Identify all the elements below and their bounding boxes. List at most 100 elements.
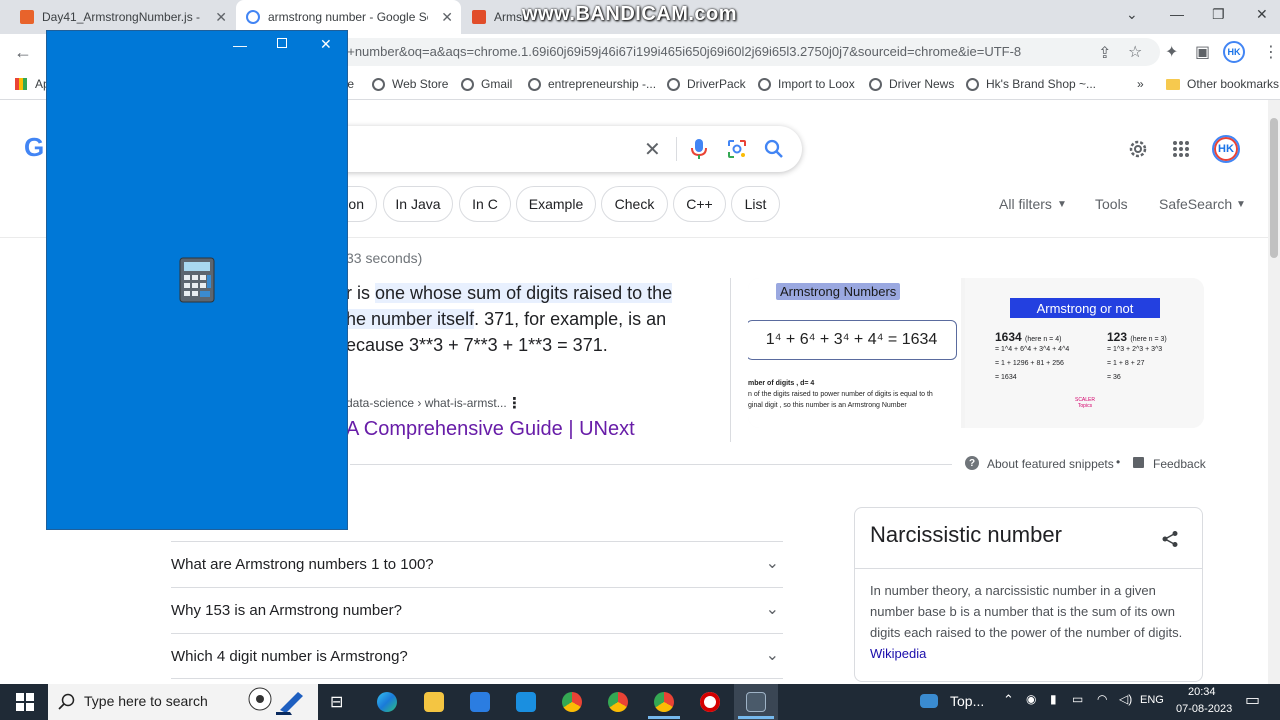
all-filters-caret-icon[interactable]: ▼ (1057, 199, 1067, 210)
feedback-icon[interactable] (1133, 457, 1144, 468)
chip-list[interactable]: List (731, 186, 780, 222)
wikipedia-link[interactable]: Wikipedia (870, 646, 926, 661)
mail-icon[interactable] (516, 692, 536, 712)
share-icon[interactable] (1161, 530, 1179, 548)
calc-close-icon[interactable]: ✕ (320, 36, 332, 53)
bookmark-star-icon[interactable]: ☆ (1128, 42, 1142, 62)
bookmark-gmail[interactable]: Gmail (461, 77, 512, 91)
minimize-icon[interactable]: — (1170, 6, 1184, 22)
calc-minimize-icon[interactable]: — (233, 37, 247, 53)
chip-in-c[interactable]: In C (459, 186, 511, 222)
bookmark-globe-icon (966, 77, 979, 91)
profile-avatar[interactable]: HK (1223, 41, 1245, 63)
image-2-line: = 1 + 8 + 27 (1107, 360, 1145, 367)
task-view-icon[interactable]: ⊟ (330, 692, 350, 712)
bookmark-driver-news[interactable]: Driver News (869, 77, 954, 91)
clear-search-icon[interactable]: ✕ (644, 137, 661, 162)
chrome-active-icon[interactable] (654, 692, 674, 712)
help-icon[interactable]: ? (965, 456, 979, 470)
chip-cpp[interactable]: C++ (673, 186, 726, 222)
taskbar-search-placeholder[interactable]: Type here to search (84, 693, 208, 709)
url-text[interactable]: g+number&oq=a&aqs=chrome.1.69i60j69i59j4… (340, 44, 1021, 59)
extensions-icon[interactable]: ✦ (1165, 42, 1178, 62)
volume-icon[interactable]: ◁) (1119, 692, 1132, 706)
notification-icon[interactable]: ▭ (1245, 690, 1260, 710)
google-apps-icon[interactable] (1172, 140, 1190, 158)
bookmark-import-loox[interactable]: Import to Loox (758, 77, 855, 91)
about-featured-snippets-link[interactable]: About featured snippets (987, 457, 1114, 471)
windows-start-icon[interactable] (16, 693, 34, 711)
bookmark-driverpack[interactable]: DriverPack (667, 77, 746, 91)
file-explorer-icon[interactable] (424, 692, 444, 712)
language-indicator[interactable]: ENG (1140, 694, 1164, 706)
side-panel-icon[interactable]: ▣ (1195, 42, 1210, 62)
safesearch-button[interactable]: SafeSearch (1159, 196, 1232, 212)
chevron-down-icon[interactable]: ⌄ (766, 553, 779, 573)
result-breadcrumb[interactable]: data-science › what-is-armst... (346, 396, 507, 410)
chevron-down-icon[interactable]: ⌄ (766, 645, 779, 665)
tab-search-chevron-icon[interactable]: ⌄ (1126, 6, 1138, 23)
clock-time[interactable]: 20:34 (1188, 686, 1216, 698)
microsoft-store-icon[interactable] (470, 692, 490, 712)
faq-item[interactable]: Why 153 is an Armstrong number? ⌄ (171, 587, 783, 633)
chrome-profile-icon[interactable] (608, 692, 628, 712)
faq-item[interactable]: Which 4 digit number is Armstrong? ⌄ (171, 633, 783, 679)
faq-item[interactable]: What are Armstrong numbers 1 to 100? ⌄ (171, 541, 783, 587)
bookmark-web-store[interactable]: Web Store (372, 77, 448, 91)
kp-divider (855, 568, 1202, 569)
google-logo[interactable]: G (24, 132, 44, 163)
tray-app-icon[interactable]: ◉ (1026, 692, 1036, 706)
snippet-images[interactable]: Armstrong Numbers 1⁴ + 6⁴ + 3⁴ + 4⁴ = 16… (748, 278, 1204, 428)
bookmark-entrepreneurship[interactable]: entrepreneurship -... (528, 77, 656, 91)
clock-date[interactable]: 07-08-2023 (1176, 703, 1232, 715)
voice-search-icon[interactable] (690, 138, 708, 160)
close-tab-icon[interactable]: ✕ (441, 9, 453, 26)
account-avatar[interactable]: HK (1212, 135, 1240, 163)
tab-armstrong-js[interactable]: Day41_ArmstrongNumber.js - Re ✕ (10, 0, 235, 34)
chip-check[interactable]: Check (601, 186, 668, 222)
result-title-link[interactable]: A Comprehensive Guide | UNext (346, 418, 635, 441)
tools-button[interactable]: Tools (1095, 196, 1128, 212)
microphone-tray-icon[interactable]: ▮ (1050, 692, 1057, 706)
calculator-taskbar-icon[interactable] (746, 692, 766, 712)
armstrong-numbers-image[interactable]: Armstrong Numbers 1⁴ + 6⁴ + 3⁴ + 4⁴ = 16… (748, 278, 961, 428)
image-2-line: = 1^4 + 6^4 + 3^4 + 4^4 (995, 346, 1070, 353)
chrome-icon[interactable] (562, 692, 582, 712)
weather-text[interactable]: Top... (950, 693, 984, 709)
knowledge-panel: Narcissistic number In number theory, a … (854, 507, 1203, 682)
apps-shortcut[interactable]: Ap (15, 77, 50, 91)
chevron-down-icon[interactable]: ⌄ (766, 599, 779, 619)
image-1-caption: mber of digits , d= 4 (748, 380, 815, 387)
settings-gear-icon[interactable] (1127, 138, 1149, 160)
armstrong-or-not-image[interactable]: Armstrong or not 1634 (here n = 4) = 1^4… (965, 278, 1204, 428)
snippet-divider (730, 278, 731, 442)
bookmark-hk-brand-shop[interactable]: Hk's Brand Shop ~... (966, 77, 1096, 91)
wifi-icon[interactable]: ◠ (1097, 692, 1107, 706)
calc-maximize-icon[interactable] (277, 38, 287, 48)
other-bookmarks[interactable]: Other bookmarks (1166, 77, 1279, 91)
search-icon[interactable] (764, 139, 784, 159)
browser-menu-icon[interactable]: ⋮ (1263, 42, 1279, 62)
weather-widget-icon[interactable] (920, 694, 938, 708)
tab-google-search[interactable]: armstrong number - Google Sea ✕ (236, 0, 461, 34)
calculator-window[interactable]: — ✕ (46, 30, 348, 530)
battery-icon[interactable]: ▭ (1072, 692, 1083, 706)
restore-icon[interactable]: ❐ (1212, 6, 1225, 23)
scrollbar-thumb[interactable] (1270, 118, 1278, 258)
all-filters-button[interactable]: All filters (999, 196, 1052, 212)
bookmark-globe-icon (528, 77, 541, 91)
chip-example[interactable]: Example (516, 186, 596, 222)
edge-browser-icon[interactable] (377, 692, 397, 712)
bandicam-record-icon[interactable] (700, 692, 720, 712)
close-window-icon[interactable]: ✕ (1256, 6, 1268, 23)
chip-in-java[interactable]: In Java (383, 186, 453, 222)
system-tray-chevron-icon[interactable]: ⌃ (1003, 692, 1014, 708)
back-arrow-icon[interactable]: ← (14, 42, 32, 63)
lens-search-icon[interactable] (726, 138, 748, 160)
safesearch-caret-icon[interactable]: ▼ (1236, 199, 1246, 210)
result-more-options-icon[interactable]: ⋮ (507, 394, 522, 412)
share-icon[interactable]: ⇪ (1098, 43, 1111, 63)
close-tab-icon[interactable]: ✕ (215, 9, 227, 26)
bookmarks-overflow[interactable]: » (1137, 77, 1144, 91)
feedback-link[interactable]: Feedback (1153, 457, 1206, 471)
